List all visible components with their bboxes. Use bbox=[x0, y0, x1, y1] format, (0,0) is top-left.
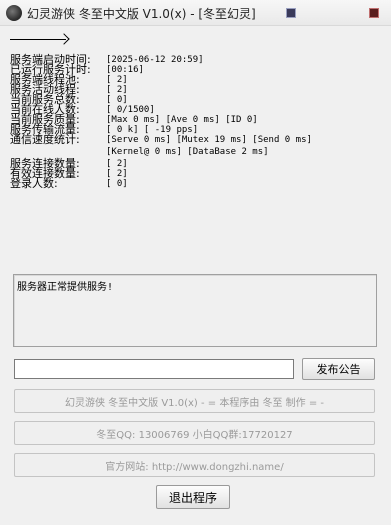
publish-announcement-button[interactable]: 发布公告 bbox=[302, 358, 375, 380]
minimize-icon[interactable] bbox=[284, 6, 297, 19]
stat-label: 登录人数: bbox=[10, 177, 58, 190]
window-title: 幻灵游侠 冬至中文版 V1.0(x) - [冬至幻灵] bbox=[27, 7, 256, 21]
stat-label: 通信速度统计: bbox=[10, 133, 80, 146]
server-stats-panel: 服务端启动时间: [2025-06-12 20:59] 已运行服务计时: [00… bbox=[10, 53, 385, 190]
app-icon bbox=[6, 5, 22, 21]
qq-info-button[interactable]: 冬至QQ: 13006769 小白QQ群:17720127 bbox=[14, 421, 375, 445]
close-icon[interactable] bbox=[367, 6, 380, 19]
log-line: 服务器正常提供服务! bbox=[17, 282, 114, 293]
stat-row-valid-connections: 有效连接数量: [ 2] bbox=[10, 167, 385, 180]
stat-value: [ 0] bbox=[106, 179, 128, 189]
program-info-button[interactable]: 幻灵游侠 冬至中文版 V1.0(x) - = 本程序由 冬至 制作 = - bbox=[14, 389, 375, 413]
website-button[interactable]: 官方网站: http://www.dongzhi.name/ bbox=[14, 453, 375, 477]
stat-row-logins: 登录人数: [ 0] bbox=[10, 177, 385, 190]
exit-button[interactable]: 退出程序 bbox=[156, 485, 230, 509]
arrow-right-icon bbox=[10, 32, 70, 46]
announcement-input[interactable] bbox=[14, 359, 294, 379]
stat-value: [Kernel@ 0 ms] [DataBase 2 ms] bbox=[106, 147, 269, 157]
title-bar[interactable]: 幻灵游侠 冬至中文版 V1.0(x) - [冬至幻灵] bbox=[0, 0, 391, 26]
log-textarea[interactable]: 服务器正常提供服务! bbox=[13, 274, 377, 347]
